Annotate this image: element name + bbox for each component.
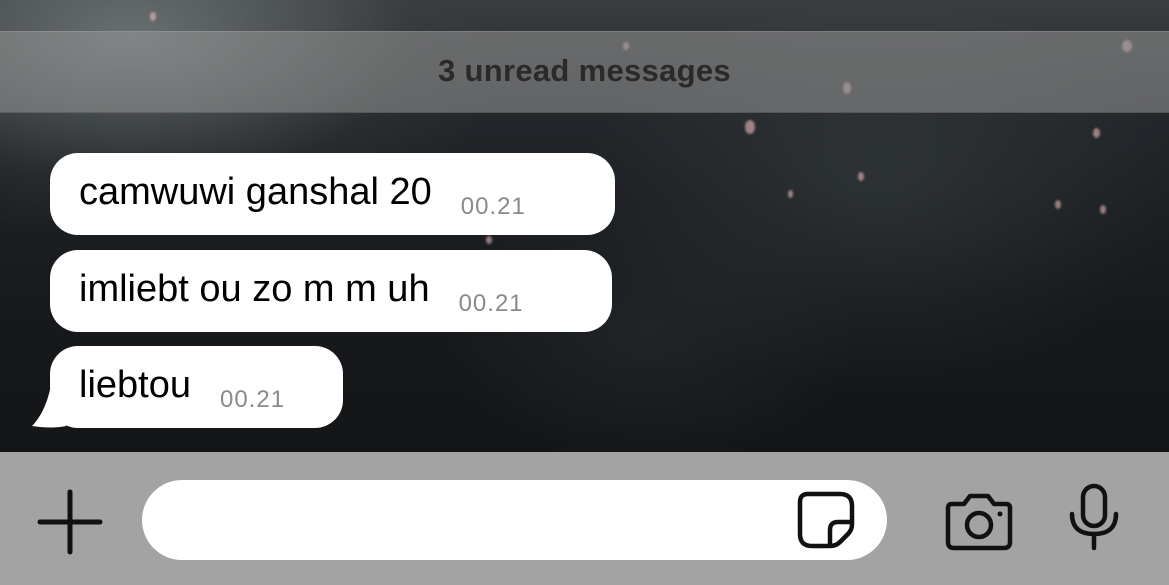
message-bubble[interactable]: liebtou 00.21	[50, 346, 343, 428]
unread-messages-label: 3 unread messages	[438, 53, 731, 88]
camera-icon[interactable]	[942, 492, 1016, 552]
message-bubble[interactable]: camwuwi ganshal 20 00.21	[50, 153, 615, 235]
background-sparkle	[150, 12, 156, 21]
unread-messages-banner: 3 unread messages	[0, 31, 1169, 113]
message-text: liebtou	[79, 363, 191, 406]
background-sparkle	[745, 120, 755, 134]
message-bubble[interactable]: imliebt ou zo m m uh 00.21	[50, 250, 612, 332]
plus-icon[interactable]	[36, 488, 104, 556]
sticker-icon[interactable]	[796, 490, 856, 550]
background-sparkle	[1055, 200, 1061, 209]
message-timestamp: 00.21	[458, 290, 524, 317]
background-sparkle	[858, 172, 864, 181]
message-text: camwuwi ganshal 20	[79, 170, 432, 213]
message-timestamp: 00.21	[219, 386, 286, 413]
background-sparkle	[1100, 205, 1106, 214]
message-composer-bar	[0, 452, 1169, 585]
message-text: imliebt ou zo m m uh	[79, 267, 430, 310]
background-sparkle	[486, 236, 492, 244]
message-input[interactable]	[142, 480, 887, 560]
message-timestamp: 00.21	[460, 193, 526, 220]
background-sparkle	[788, 190, 793, 198]
background-sparkle	[1093, 128, 1100, 138]
microphone-icon[interactable]	[1066, 482, 1122, 552]
